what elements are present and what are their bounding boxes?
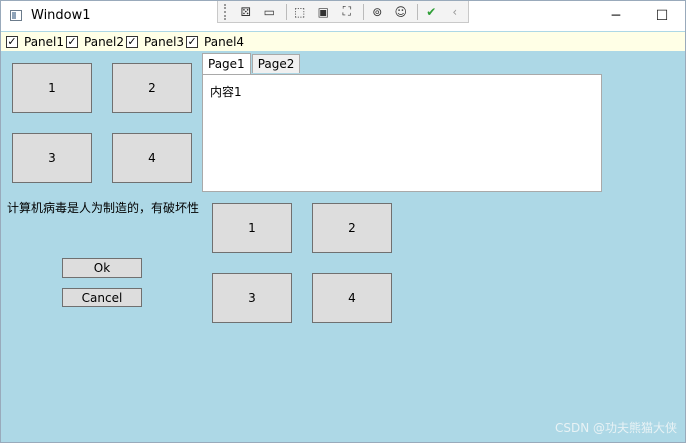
tab-content-area: 内容1 <box>202 74 602 192</box>
toolbar-separator <box>363 3 364 20</box>
window-title: Window1 <box>31 8 91 23</box>
tab-strip: Page1 Page2 <box>202 53 301 74</box>
select-element-icon[interactable]: ⬚ <box>289 3 310 21</box>
panel4-button-4[interactable]: 4 <box>312 273 392 323</box>
checkbox-check-icon[interactable]: ✓ <box>186 35 199 48</box>
panel4-button-1[interactable]: 1 <box>212 203 292 253</box>
panel1-button-3[interactable]: 3 <box>12 133 92 183</box>
panel-checkbox-bar: ✓ Panel1 ✓ Panel2 ✓ Panel3 ✓ Panel4 <box>1 32 685 51</box>
checkbox-check-icon[interactable]: ✓ <box>6 35 18 48</box>
panel1-button-4[interactable]: 4 <box>112 133 192 183</box>
tab-page2[interactable]: Page2 <box>251 54 301 73</box>
checkbox-panel4[interactable]: ✓ Panel4 <box>186 35 244 49</box>
checkbox-check-icon[interactable]: ✓ <box>66 35 79 48</box>
record-icon[interactable]: ▭ <box>259 3 280 21</box>
watermark-text: CSDN @功夫熊猫大侠 <box>554 421 677 435</box>
wpf-debug-toolbar: ⚄ ▭ ⬚ ▣ ⛶ ⊚ ☺ ✔ ‹ <box>217 1 469 23</box>
panel4-button-3[interactable]: 3 <box>212 273 292 323</box>
ok-button[interactable]: Ok <box>62 258 142 278</box>
track-focus-icon[interactable]: ⛶ <box>337 3 358 21</box>
toolbar-separator <box>417 3 418 20</box>
minimize-button[interactable]: ─ <box>593 1 639 31</box>
panel4-button-2[interactable]: 2 <box>312 203 392 253</box>
collapse-arrow-icon[interactable]: ‹ <box>445 3 466 21</box>
checkbox-panel2[interactable]: ✓ Panel2 <box>66 35 124 49</box>
checkbox-label: Panel4 <box>204 34 245 49</box>
accessibility-icon[interactable]: ☺ <box>391 3 412 21</box>
tab-page1[interactable]: Page1 <box>202 53 251 74</box>
panel1-button-2[interactable]: 2 <box>112 63 192 113</box>
cancel-button[interactable]: Cancel <box>62 288 142 307</box>
checkbox-label: Panel1 <box>24 34 65 49</box>
checkmark-icon[interactable]: ✔ <box>421 3 442 21</box>
maximize-button[interactable]: ☐ <box>639 1 685 31</box>
tab-content-text: 内容1 <box>210 85 242 99</box>
checkbox-label: Panel3 <box>144 34 185 49</box>
live-tree-icon[interactable]: ⚄ <box>235 3 256 21</box>
panel1-button-1[interactable]: 1 <box>12 63 92 113</box>
checkbox-panel3[interactable]: ✓ Panel3 <box>126 35 184 49</box>
layout-adorner-icon[interactable]: ▣ <box>313 3 334 21</box>
binding-icon[interactable]: ⊚ <box>367 3 388 21</box>
toolbar-grip[interactable] <box>224 3 229 20</box>
panel3-text: 计算机病毒是人为制造的，有破坏性 <box>7 201 200 215</box>
checkbox-check-icon[interactable]: ✓ <box>126 35 139 48</box>
checkbox-label: Panel2 <box>84 34 125 49</box>
toolbar-separator <box>285 3 287 20</box>
main-window: Window1 ─ ☐ ✕ ⚄ ▭ ⬚ ▣ ⛶ ⊚ ☺ ✔ ‹ ✓ Panel1… <box>0 0 686 443</box>
window-app-icon <box>10 10 22 21</box>
checkbox-panel1[interactable]: ✓ Panel1 <box>6 35 64 49</box>
